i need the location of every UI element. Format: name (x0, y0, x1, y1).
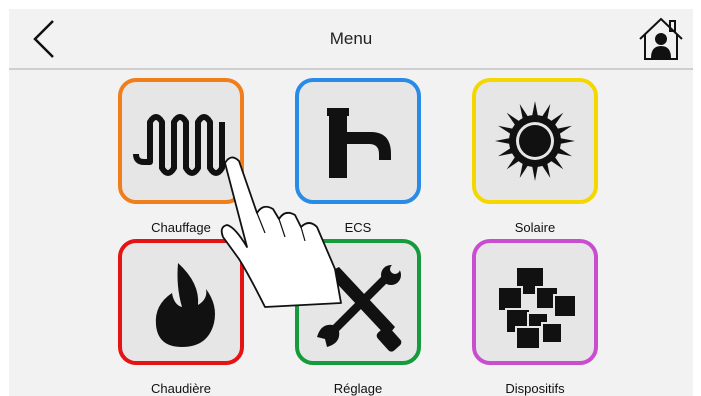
menu-screen: Menu Chauffage ECS Solaire Chaudière Rég… (9, 9, 693, 396)
home-button[interactable] (637, 15, 685, 63)
tile-chaudiere[interactable] (118, 239, 244, 365)
tile-reglage-label: Réglage (333, 381, 383, 396)
tile-ecs-label: ECS (344, 220, 372, 235)
devices-icon (497, 266, 577, 350)
sun-ray (498, 125, 515, 135)
tile-chaudiere-label: Chaudière (151, 381, 211, 396)
tile-chauffage[interactable] (118, 78, 244, 204)
page-title: Menu (329, 29, 373, 48)
tile-dispositifs-label: Dispositifs (505, 381, 565, 396)
sun-ray (541, 161, 551, 178)
sun-ray (495, 137, 512, 145)
sun-ray (555, 147, 572, 157)
faucet-icon (327, 108, 391, 178)
tile-dispositifs[interactable] (472, 239, 598, 365)
sun-ray (498, 147, 515, 157)
sun-ray (519, 104, 529, 121)
home-user-icon (639, 17, 683, 60)
tile-reglage[interactable] (295, 239, 421, 365)
radiator-coil-icon (133, 114, 225, 176)
sun-ray (558, 137, 575, 145)
header-bar: Menu (9, 9, 693, 70)
tile-chauffage-label: Chauffage (151, 220, 211, 235)
flame-icon (155, 263, 215, 347)
sun-ray (555, 125, 572, 135)
sun-ray (541, 104, 551, 121)
sun-icon (495, 101, 575, 181)
sun-ray (531, 164, 539, 181)
tile-solaire-label: Solaire (514, 220, 556, 235)
sun-ray (531, 101, 539, 118)
tile-ecs[interactable] (295, 78, 421, 204)
tools-icon (317, 264, 402, 352)
tile-solaire[interactable] (472, 78, 598, 204)
sun-ray (519, 161, 529, 178)
